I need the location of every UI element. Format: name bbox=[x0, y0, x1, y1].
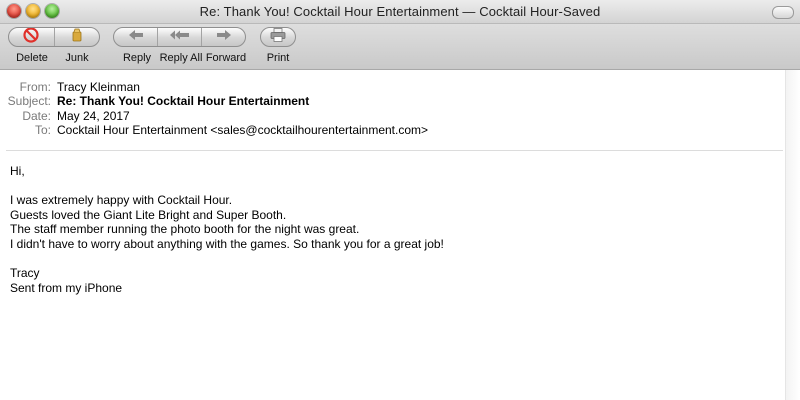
header-date-value: May 24, 2017 bbox=[57, 109, 130, 123]
forward-button[interactable] bbox=[202, 28, 245, 46]
reply-arrow-icon bbox=[127, 28, 145, 46]
junk-button[interactable] bbox=[55, 28, 100, 46]
title-bar: Re: Thank You! Cocktail Hour Entertainme… bbox=[0, 0, 800, 24]
delete-junk-group bbox=[8, 27, 100, 47]
print-label: Print bbox=[266, 52, 290, 64]
header-subject-value: Re: Thank You! Cocktail Hour Entertainme… bbox=[57, 94, 310, 108]
reply-all-arrow-icon bbox=[169, 28, 191, 46]
header-from-value[interactable]: Tracy Kleinman bbox=[57, 80, 140, 95]
print-button[interactable] bbox=[261, 28, 295, 46]
print-group bbox=[260, 27, 296, 47]
printer-icon bbox=[269, 28, 287, 46]
reply-all-label: Reply All bbox=[159, 52, 203, 64]
body-line-1: I was extremely happy with Cocktail Hour… bbox=[10, 193, 233, 208]
header-date-key: Date: bbox=[22, 109, 51, 123]
signature-note: Sent from my iPhone bbox=[10, 280, 123, 295]
header-divider bbox=[6, 150, 783, 151]
junk-bag-icon bbox=[69, 28, 85, 46]
reply-all-button[interactable] bbox=[158, 28, 202, 46]
signature-name: Tracy bbox=[10, 266, 40, 281]
reply-button[interactable] bbox=[114, 28, 158, 46]
body-greeting: Hi, bbox=[10, 164, 25, 178]
no-entry-icon bbox=[23, 28, 39, 46]
body-line-3: The staff member running the photo booth… bbox=[10, 222, 360, 237]
toolbar-toggle-button[interactable] bbox=[772, 6, 794, 19]
message-body: Hi, I was extremely happy with Cocktail … bbox=[10, 164, 444, 295]
header-to-value[interactable]: Cocktail Hour Entertainment <sales@cockt… bbox=[57, 123, 428, 138]
header-subject-key: Subject: bbox=[7, 94, 51, 108]
reply-group bbox=[113, 27, 246, 47]
body-blank-line bbox=[10, 252, 444, 267]
header-date-row: Date: May 24, 2017 bbox=[0, 109, 800, 124]
header-to-key: To: bbox=[34, 123, 51, 137]
header-subject-row: Subject: Re: Thank You! Cocktail Hour En… bbox=[0, 94, 800, 109]
junk-label: Junk bbox=[65, 52, 89, 64]
delete-label: Delete bbox=[16, 52, 48, 64]
delete-button[interactable] bbox=[9, 28, 55, 46]
header-from-row: From: Tracy Kleinman bbox=[0, 80, 800, 95]
body-line-2: Guests loved the Giant Lite Bright and S… bbox=[10, 207, 287, 222]
forward-label: Forward bbox=[205, 52, 247, 64]
header-to-row: To: Cocktail Hour Entertainment <sales@c… bbox=[0, 123, 800, 138]
body-line-4: I didn't have to worry about anything wi… bbox=[10, 236, 444, 251]
reply-label: Reply bbox=[122, 52, 152, 64]
body-blank-line bbox=[10, 179, 444, 194]
header-from-key: From: bbox=[19, 80, 51, 94]
window-title: Re: Thank You! Cocktail Hour Entertainme… bbox=[199, 4, 601, 19]
forward-arrow-icon bbox=[215, 28, 233, 46]
toolbar: Delete Junk Reply Reply All Forward Prin… bbox=[0, 24, 800, 70]
mail-window: Re: Thank You! Cocktail Hour Entertainme… bbox=[0, 0, 800, 400]
vertical-scrollbar[interactable] bbox=[785, 70, 800, 400]
